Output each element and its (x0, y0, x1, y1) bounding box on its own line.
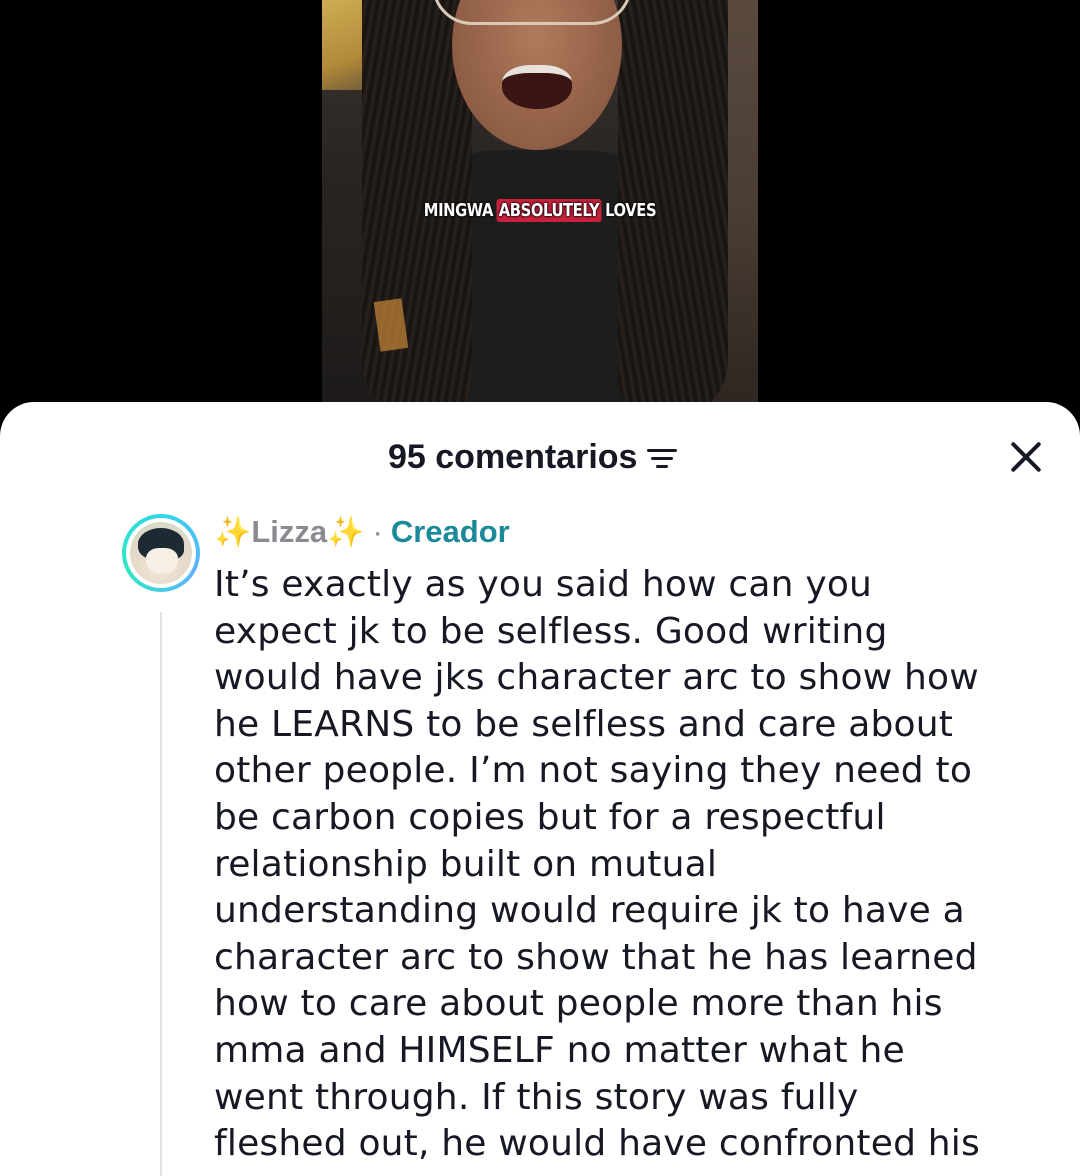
comment-text-line: relationship built on mutual (214, 843, 718, 885)
comment-text-line: how to care about people more than his (214, 983, 943, 1025)
video-caption: MINGWA ABSOLUTELY LOVES (361, 199, 719, 222)
comment-text-line: fleshed out, he would have confronted hi… (214, 1123, 980, 1165)
creator-badge: Creador (390, 514, 510, 549)
avatar-image (130, 522, 192, 584)
comment-text-line: character arc to show that he has learne… (214, 936, 978, 978)
filter-icon[interactable] (647, 447, 678, 469)
comments-count-label: 95 comentarios (388, 438, 638, 476)
comments-count-sort[interactable]: 95 comentarios (388, 438, 678, 477)
avatar[interactable] (122, 514, 200, 592)
sparkle-icon: ✨ (327, 515, 365, 549)
caption-word: LOVES (605, 200, 657, 221)
video-person-mouth (502, 65, 572, 109)
close-icon[interactable] (1006, 436, 1046, 476)
comment-author-name[interactable]: Lizza (251, 514, 327, 550)
comment-text-line: be carbon copies but for a respectful (214, 796, 886, 838)
app-screen: MINGWA ABSOLUTELY LOVES 95 comentarios ✨… (0, 0, 1080, 1176)
comments-header: 95 comentarios (0, 402, 1080, 512)
thread-line (160, 612, 162, 1176)
comment-text-line: went through. If this story was fully (214, 1076, 859, 1118)
video-player[interactable]: MINGWA ABSOLUTELY LOVES (322, 0, 758, 420)
comment-author-line: ✨ Lizza ✨ · Creador (214, 514, 510, 550)
caption-word: MINGWA (423, 200, 494, 221)
sparkle-icon: ✨ (214, 515, 252, 549)
separator-dot: · (372, 514, 383, 549)
comment-text-line: he LEARNS to be selfless and care about (214, 703, 954, 745)
video-person-glasses (432, 0, 632, 25)
comments-sheet: 95 comentarios ✨ Lizza ✨ · Creador It’s … (0, 402, 1080, 1176)
comment-text-line: other people. I’m not saying they need t… (214, 750, 973, 792)
comment-text-line: understanding would require jk to have a (214, 890, 965, 932)
caption-word-highlighted: ABSOLUTELY (496, 199, 602, 222)
comment-text: It’s exactly as you said how can you exp… (214, 562, 1064, 1168)
comment-text-line: It’s exactly as you said how can you (214, 564, 873, 605)
comment-text-line: would have jks character arc to show how (214, 657, 979, 699)
comment-text-line: expect jk to be selfless. Good writing (214, 610, 888, 652)
comment-text-line: mma and HIMSELF no matter what he (214, 1029, 905, 1071)
